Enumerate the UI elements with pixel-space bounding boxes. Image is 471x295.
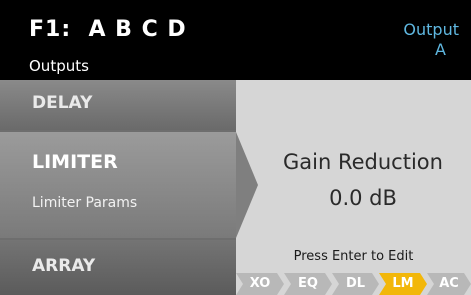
menu-item-delay-label: DELAY xyxy=(32,93,93,113)
header-bar: F1: A B C D Outputs Output A xyxy=(0,0,471,80)
parameter-label: Gain Reduction xyxy=(283,150,443,174)
menu-item-limiter[interactable]: LIMITER Limiter Params xyxy=(0,132,236,238)
menu-item-array-label: ARRAY xyxy=(32,256,96,276)
output-label: Output xyxy=(403,20,459,39)
selection-pointer-icon xyxy=(236,132,258,238)
output-value: A xyxy=(435,40,446,59)
edit-hint: Press Enter to Edit xyxy=(293,249,414,264)
tab-eq[interactable]: EQ xyxy=(284,273,332,295)
tab-dl-label: DL xyxy=(345,276,366,291)
menu-item-array[interactable]: ARRAY xyxy=(0,240,236,295)
tab-xo-label: XO xyxy=(249,276,271,291)
module-tab-bar: XO EQ DL LM AC xyxy=(236,273,471,295)
tab-lm-label: LM xyxy=(392,276,414,291)
tab-lm[interactable]: LM xyxy=(379,273,427,295)
menu-item-delay[interactable]: DELAY xyxy=(0,80,236,130)
page-title: F1: A B C D xyxy=(29,17,187,42)
menu-item-limiter-label: LIMITER xyxy=(32,151,118,173)
tab-xo[interactable]: XO xyxy=(236,273,284,295)
parameter-value[interactable]: 0.0 dB xyxy=(255,186,471,210)
tab-dl[interactable]: DL xyxy=(332,273,379,295)
tab-ac[interactable]: AC xyxy=(427,273,471,295)
tab-ac-label: AC xyxy=(439,276,459,291)
page-subtitle: Outputs xyxy=(29,57,89,75)
sidebar-menu: DELAY LIMITER Limiter Params ARRAY xyxy=(0,80,236,295)
menu-item-limiter-sublabel: Limiter Params xyxy=(32,195,138,211)
tab-eq-label: EQ xyxy=(298,276,318,291)
device-screen: F1: A B C D Outputs Output A DELAY LIMIT… xyxy=(0,0,471,295)
